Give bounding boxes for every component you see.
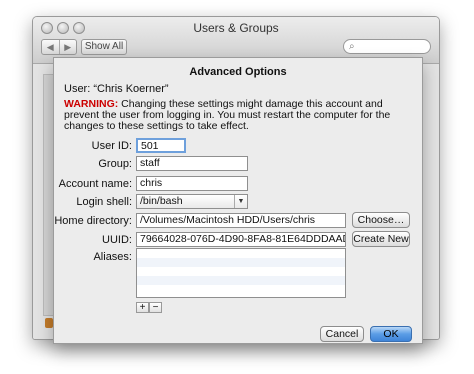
account-name-label: Account name: [58, 178, 132, 190]
search-input[interactable]: ⌕ [343, 39, 431, 54]
login-shell-combo[interactable]: /bin/bash ▼ [136, 194, 248, 209]
account-name-field[interactable]: chris [136, 176, 248, 191]
aliases-list[interactable] [136, 248, 346, 298]
search-icon: ⌕ [349, 41, 355, 52]
cancel-button[interactable]: Cancel [320, 326, 364, 342]
home-directory-label: Home directory: [54, 215, 132, 227]
uuid-field[interactable]: 79664028-076D-4D90-8FA8-81E64DDDAAD7 [136, 232, 346, 247]
forward-arrow-icon[interactable]: ▶ [58, 40, 77, 54]
nav-buttons: ◀ ▶ [41, 39, 77, 55]
warning-message: WARNING: Changing these settings might d… [64, 99, 414, 132]
show-all-button[interactable]: Show All [81, 39, 127, 55]
user-id-label: User ID: [91, 140, 132, 152]
ok-button[interactable]: OK [370, 326, 412, 342]
sheet-title: Advanced Options [189, 66, 287, 78]
user-name-line: User: “Chris Koerner” [64, 83, 169, 95]
advanced-options-sheet: Advanced Options User: “Chris Koerner” W… [53, 57, 423, 344]
window-title: Users & Groups [193, 21, 279, 35]
user-id-field[interactable]: 501 [136, 138, 186, 153]
lock-icon[interactable] [45, 318, 53, 328]
login-shell-label: Login shell: [76, 196, 132, 208]
aliases-label: Aliases: [93, 251, 132, 263]
login-shell-value: /bin/bash [140, 195, 183, 207]
back-arrow-icon[interactable]: ◀ [42, 40, 59, 54]
add-alias-button[interactable]: + [136, 302, 149, 313]
remove-alias-button[interactable]: − [149, 302, 162, 313]
group-label: Group: [98, 158, 132, 170]
home-directory-field[interactable]: /Volumes/Macintosh HDD/Users/chris [136, 213, 346, 228]
chevron-down-icon[interactable]: ▼ [234, 195, 247, 208]
group-field[interactable]: staff [136, 156, 248, 171]
uuid-label: UUID: [102, 234, 132, 246]
create-new-button[interactable]: Create New [352, 231, 410, 247]
choose-button[interactable]: Choose… [352, 212, 410, 228]
